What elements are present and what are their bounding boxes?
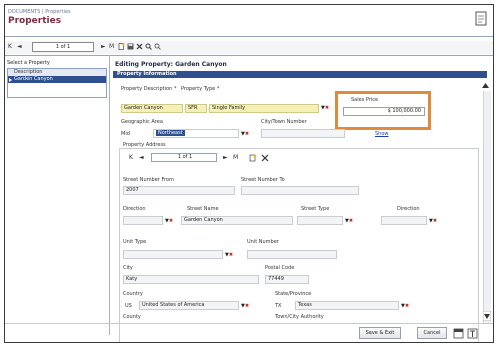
scroll-up-icon[interactable]	[481, 81, 490, 90]
panel-divider	[109, 55, 110, 335]
property-type-dropdown-icon[interactable]: ▼✖	[321, 105, 329, 111]
property-list: Description Garden Canyon	[7, 68, 107, 98]
print-icon[interactable]	[453, 328, 464, 339]
city-label: City	[123, 265, 133, 271]
street-number-from-label: Street Number From	[123, 177, 174, 183]
delete-icon[interactable]	[136, 43, 143, 50]
city-town-number-label: City/Town Number	[261, 119, 307, 125]
address-first-button[interactable]: K	[129, 155, 133, 161]
state-code: TX	[275, 303, 282, 309]
unit-number-field[interactable]	[247, 250, 337, 259]
sales-price-highlight	[335, 91, 431, 130]
street-type-dropdown-icon[interactable]: ▼✖	[345, 218, 353, 224]
property-description-label: Property Description *	[121, 86, 177, 92]
unit-type-label: Unit Type	[123, 239, 147, 245]
state-dropdown-icon[interactable]: ▼✖	[401, 303, 409, 309]
save-icon[interactable]	[127, 43, 134, 50]
direction-dropdown-icon[interactable]: ▼✖	[165, 218, 173, 224]
geographic-area-field[interactable]: Northeast	[153, 129, 239, 138]
next-record-button[interactable]: ►	[101, 43, 106, 51]
country-field[interactable]: United States of America	[139, 301, 239, 310]
country-dropdown-icon[interactable]: ▼✖	[241, 303, 249, 309]
page-indicator[interactable]: 1 of 1	[32, 42, 94, 52]
country-code: US	[125, 303, 132, 309]
scroll-down-icon[interactable]	[483, 311, 491, 321]
direction-suffix-field[interactable]	[381, 216, 427, 225]
city-field[interactable]: Katy	[123, 275, 259, 284]
address-prev-button[interactable]: ◄	[139, 155, 144, 161]
unit-type-field[interactable]	[123, 250, 223, 259]
state-field[interactable]: Texas	[295, 301, 399, 310]
postal-code-field[interactable]: 77449	[265, 275, 309, 284]
prev-record-button[interactable]: ◄	[17, 43, 22, 51]
header-divider	[5, 36, 493, 37]
geographic-area-dropdown-icon[interactable]: ▼✖	[241, 131, 249, 137]
street-name-field[interactable]: Garden Canyon	[181, 216, 293, 225]
city-town-number-field[interactable]	[261, 129, 345, 138]
page-title: Properties	[8, 16, 62, 26]
street-number-from-field[interactable]: 2007	[123, 186, 235, 195]
last-record-button[interactable]: M	[109, 43, 114, 51]
vertical-scrollbar[interactable]	[483, 91, 491, 323]
save-exit-button[interactable]: Save & Exit	[359, 327, 401, 339]
list-header[interactable]: Description	[8, 69, 106, 76]
selected-row-arrow-icon	[9, 78, 12, 82]
new-record-icon[interactable]	[118, 43, 125, 50]
find-next-icon[interactable]	[154, 43, 161, 50]
property-description-field[interactable]: Garden Canyon	[121, 104, 183, 113]
township-label: Town/City Authority	[275, 314, 324, 320]
address-next-button[interactable]: ►	[223, 155, 228, 161]
address-last-button[interactable]: M	[233, 155, 238, 161]
find-icon[interactable]	[145, 43, 152, 50]
street-type-field[interactable]	[297, 216, 343, 225]
property-type-label: Property Type *	[181, 86, 220, 92]
street-name-label: Street Name	[187, 206, 219, 212]
footer-divider	[5, 323, 493, 324]
street-number-to-field[interactable]	[241, 186, 359, 195]
cancel-button[interactable]: Cancel	[417, 327, 447, 339]
postal-code-label: Postal Code	[265, 265, 295, 271]
direction-field[interactable]	[123, 216, 163, 225]
direction-label: Direction	[123, 206, 146, 212]
state-label: State/Province	[275, 291, 312, 297]
help-icon[interactable]	[467, 328, 478, 339]
geographic-area-code: Mid	[121, 131, 130, 137]
record-navigator: K ◄ 1 of 1 ► M	[5, 41, 493, 54]
direction-suffix-label: Direction	[397, 206, 420, 212]
toolbar-divider	[5, 55, 493, 56]
country-label: Country	[123, 291, 143, 297]
section-band: Property Information	[113, 71, 487, 78]
unit-type-dropdown-icon[interactable]: ▼✖	[225, 252, 233, 258]
add-address-icon[interactable]	[249, 154, 257, 162]
direction-suffix-dropdown-icon[interactable]: ▼✖	[429, 218, 437, 224]
property-list-heading: Select a Property	[7, 60, 50, 66]
geographic-area-label: Geographic Area	[121, 119, 163, 125]
breadcrumb[interactable]: DOCUMENTS | Properties	[8, 9, 71, 15]
first-record-button[interactable]: K	[8, 43, 12, 51]
address-page-indicator[interactable]: 1 of 1	[151, 153, 217, 162]
property-list-panel: Select a Property Description Garden Can…	[5, 60, 109, 330]
street-number-to-label: Street Number To	[241, 177, 285, 183]
delete-address-icon[interactable]	[261, 154, 269, 162]
list-item[interactable]: Garden Canyon	[8, 76, 106, 83]
document-icon[interactable]	[475, 11, 489, 27]
window: DOCUMENTS | Properties Properties K ◄ 1 …	[4, 4, 494, 343]
property-type-field[interactable]: Single Family	[209, 104, 319, 113]
property-type-code-field[interactable]: SFR	[185, 104, 207, 113]
geographic-area-value: Northeast	[156, 130, 185, 136]
unit-number-label: Unit Number	[247, 239, 279, 245]
section-band-label: Property Information	[117, 71, 177, 77]
section-title: Editing Property: Garden Canyon	[115, 61, 227, 68]
county-label: County	[123, 314, 141, 320]
street-type-label: Street Type	[301, 206, 330, 212]
show-link[interactable]: Show	[375, 131, 389, 137]
